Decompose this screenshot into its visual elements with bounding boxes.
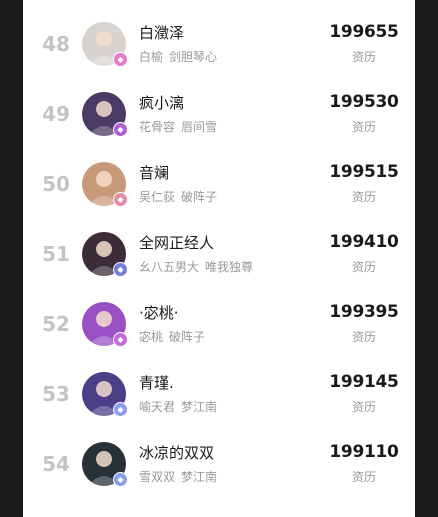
rank-number: 50	[42, 172, 70, 196]
player-tag: 白榆	[139, 50, 164, 64]
level-badge-icon: ◆	[113, 192, 128, 207]
player-name[interactable]: 疯小漓	[139, 92, 184, 113]
leaderboard-row[interactable]: 53 ◆ 青瑾. 喻天君 梦江南 199145 资历	[23, 360, 415, 430]
leaderboard-row[interactable]: 52 ◆ ·宓桃· 宓桃 破阵子 199395 资历	[23, 290, 415, 360]
leaderboard-row[interactable]: 50 ◆ 音斓吴仁荻 破阵子 199515 资历	[23, 150, 415, 220]
player-tag: 幺八五男大	[139, 260, 200, 274]
level-badge-icon: ◆	[113, 332, 128, 347]
level-badge-icon: ◆	[113, 262, 128, 277]
score-value: 199110	[329, 442, 399, 462]
player-tag: 花骨容	[139, 120, 176, 134]
player-tag: 梦江南	[181, 400, 218, 414]
level-badge-icon: ◆	[113, 472, 128, 487]
score-unit: 资历	[351, 330, 376, 344]
player-name[interactable]: 音斓	[139, 162, 169, 183]
player-tags: 白榆 剑胆琴心	[139, 48, 217, 65]
level-badge-icon: ◆	[113, 402, 128, 417]
player-tag: 眉间雪	[181, 120, 218, 134]
score-unit: 资历	[351, 120, 376, 134]
player-name[interactable]: 冰凉的双双	[139, 442, 214, 463]
level-badge-icon: ◆	[113, 122, 128, 137]
player-name[interactable]: 青瑾.	[139, 372, 174, 393]
score-unit: 资历	[351, 260, 376, 274]
score-value: 199145	[329, 372, 399, 392]
score-value: 199530	[329, 92, 399, 112]
player-tags: 宓桃 破阵子	[139, 328, 205, 345]
rank-number: 49	[42, 102, 70, 126]
leaderboard-row[interactable]: 49 ◆ 疯小漓花骨容 眉间雪 199530 资历	[23, 80, 415, 150]
leaderboard-panel: 48 ◆ 白瀓泽白榆 剑胆琴心 199655 资历 49 ◆ 疯小漓花骨容 眉间雪 199530 资历…	[23, 0, 415, 517]
score-unit: 资历	[351, 400, 376, 414]
player-tag: 雪双双	[139, 470, 176, 484]
player-tag: 吴仁荻	[139, 190, 176, 204]
player-tags: 喻天君 梦江南	[139, 398, 217, 415]
leaderboard-row[interactable]: 54 ◆ 冰凉的双双雪双双 梦江南 199110 资历	[23, 430, 415, 500]
player-tag: 宓桃	[139, 330, 164, 344]
player-tag: 剑胆琴心	[169, 50, 218, 64]
score-unit: 资历	[351, 470, 376, 484]
player-tag: 喻天君	[139, 400, 176, 414]
score-value: 199395	[329, 302, 399, 322]
player-tags: 花骨容 眉间雪	[139, 118, 217, 135]
player-tags: 雪双双 梦江南	[139, 468, 217, 485]
level-badge-icon: ◆	[113, 52, 128, 67]
score-value: 199655	[329, 22, 399, 42]
leaderboard-row[interactable]: 51 ◆ 全网正经人幺八五男大 唯我独尊 199410 资历	[23, 220, 415, 290]
player-tags: 吴仁荻 破阵子	[139, 188, 217, 205]
leaderboard-row[interactable]: 48 ◆ 白瀓泽白榆 剑胆琴心 199655 资历	[23, 10, 415, 80]
rank-number: 51	[42, 242, 70, 266]
player-name[interactable]: 白瀓泽	[139, 22, 184, 43]
player-tag: 破阵子	[181, 190, 218, 204]
rank-number: 48	[42, 32, 70, 56]
player-tags: 幺八五男大 唯我独尊	[139, 258, 253, 275]
player-tag: 唯我独尊	[205, 260, 254, 274]
score-unit: 资历	[351, 190, 376, 204]
score-value: 199410	[329, 232, 399, 252]
player-name[interactable]: ·宓桃·	[139, 302, 179, 323]
rank-number: 54	[42, 452, 70, 476]
score-value: 199515	[329, 162, 399, 182]
score-unit: 资历	[351, 50, 376, 64]
rank-number: 52	[42, 312, 70, 336]
player-name[interactable]: 全网正经人	[139, 232, 214, 253]
player-tag: 梦江南	[181, 470, 218, 484]
rank-number: 53	[42, 382, 70, 406]
player-tag: 破阵子	[169, 330, 206, 344]
